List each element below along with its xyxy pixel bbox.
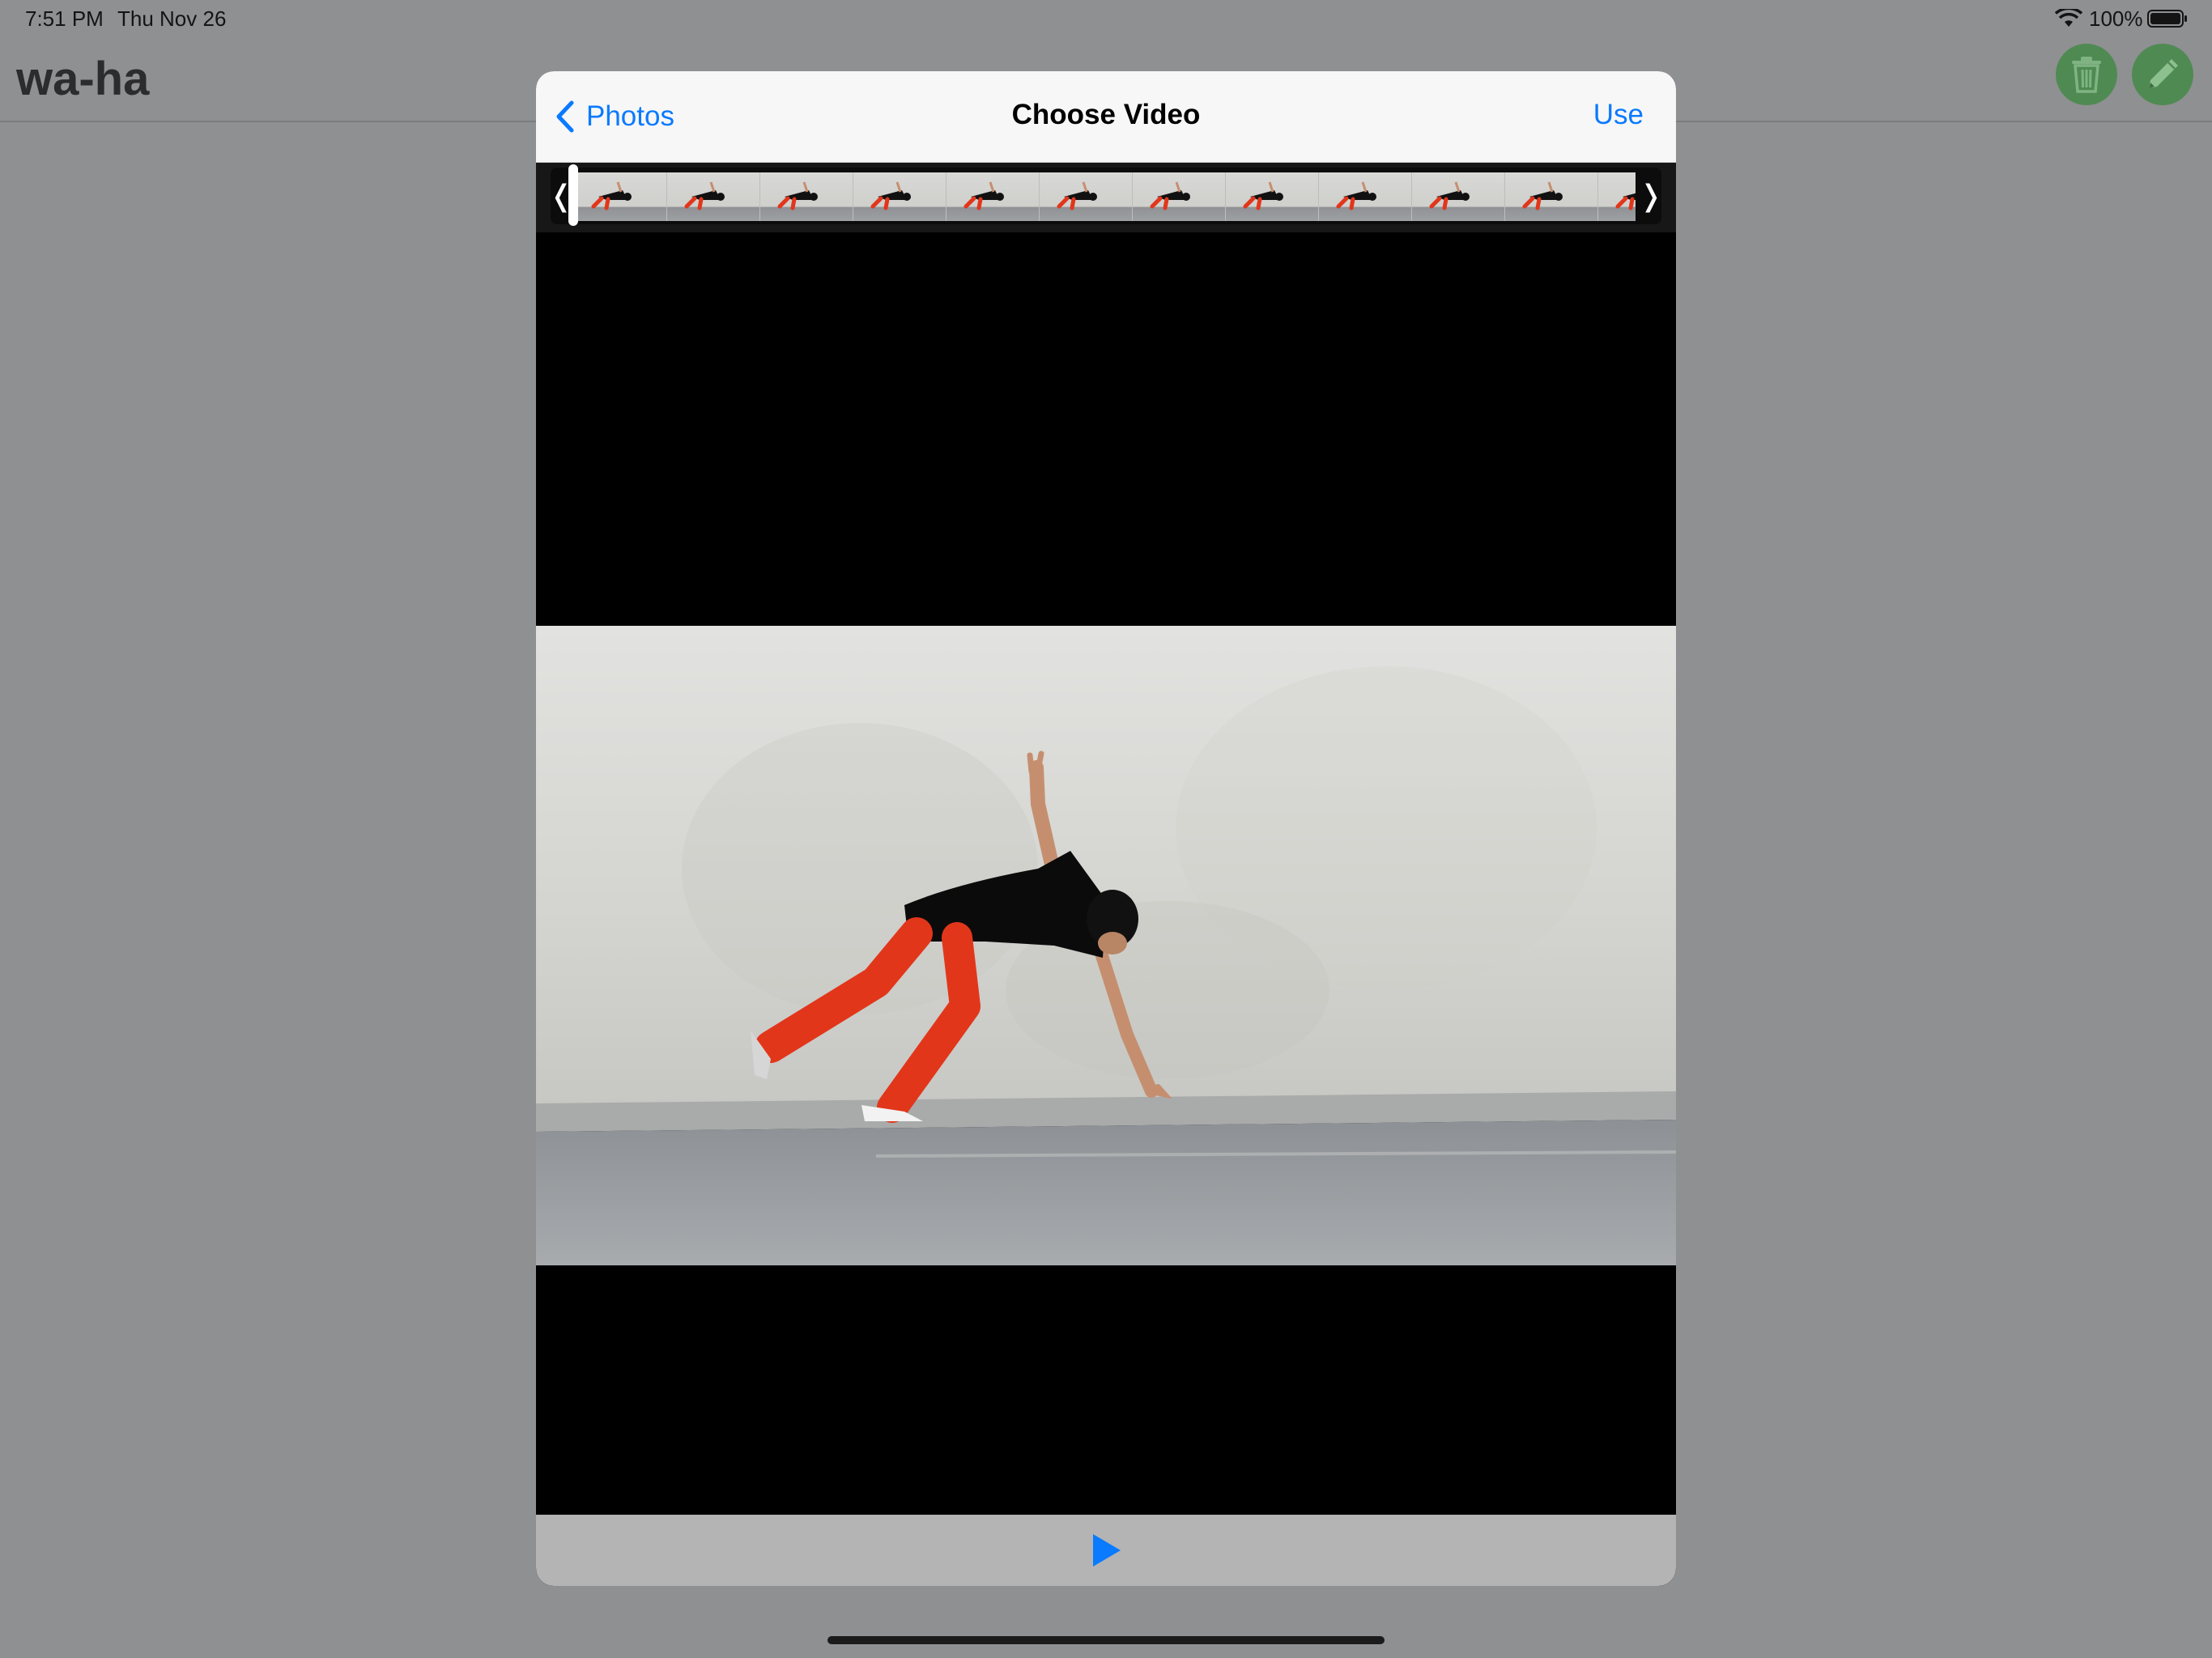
delete-button[interactable]: [2056, 44, 2117, 105]
edit-button[interactable]: [2132, 44, 2193, 105]
filmstrip-thumbnail: [853, 172, 946, 221]
filmstrip-thumbnail: [1040, 172, 1133, 221]
modal-title: Choose Video: [1011, 99, 1201, 130]
battery-percent: 100%: [2089, 6, 2143, 31]
filmstrip-thumbnail: [1133, 172, 1226, 221]
app-title: wa-ha: [16, 53, 150, 105]
status-bar: 7:51 PM Thu Nov 26 100%: [0, 0, 2212, 37]
play-icon[interactable]: [1088, 1531, 1124, 1570]
filmstrip-thumbnail: [1319, 172, 1412, 221]
filmstrip-thumbnail: [946, 172, 1040, 221]
filmstrip[interactable]: [574, 172, 1636, 221]
trim-handle-right[interactable]: ❭: [1639, 168, 1663, 224]
playback-controls: [536, 1515, 1676, 1586]
choose-video-sheet: Photos Choose Video Use ❬ ❭: [536, 71, 1676, 1586]
filmstrip-thumbnail: [760, 172, 853, 221]
status-time: 7:51 PM: [25, 6, 104, 31]
filmstrip-thumbnail: [1412, 172, 1505, 221]
trash-icon: [2072, 57, 2101, 93]
pencil-icon: [2149, 59, 2178, 88]
filmstrip-thumbnail: [574, 172, 667, 221]
use-button[interactable]: Use: [1593, 99, 1644, 131]
filmstrip-thumbnail: [1505, 172, 1598, 221]
filmstrip-thumbnail: [1226, 172, 1319, 221]
video-frame: [536, 626, 1676, 1265]
status-date: Thu Nov 26: [117, 6, 227, 31]
filmstrip-thumbnail: [1598, 172, 1636, 221]
home-indicator: [827, 1636, 1385, 1644]
video-player[interactable]: [536, 232, 1676, 1586]
navigation-bar: Photos Choose Video Use: [536, 71, 1676, 163]
battery-icon: [2147, 10, 2187, 28]
video-trimmer[interactable]: ❬ ❭: [536, 163, 1676, 232]
wifi-icon: [2055, 9, 2082, 27]
playhead-scrubber[interactable]: [568, 164, 578, 226]
filmstrip-thumbnail: [667, 172, 760, 221]
